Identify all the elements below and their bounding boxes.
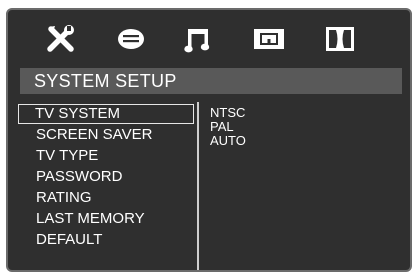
menu-item-screen-saver[interactable]: SCREEN SAVER <box>18 125 194 145</box>
option-auto[interactable]: AUTO <box>210 134 390 148</box>
menu-item-password[interactable]: PASSWORD <box>18 167 194 187</box>
menu-item-tv-type[interactable]: TV TYPE <box>18 146 194 166</box>
page-title: SYSTEM SETUP <box>20 68 402 94</box>
option-pal[interactable]: PAL <box>210 120 390 134</box>
option-ntsc[interactable]: NTSC <box>210 106 390 120</box>
tab-bar <box>8 10 410 66</box>
setup-menu: TV SYSTEM SCREEN SAVER TV TYPE PASSWORD … <box>18 104 196 264</box>
menu-item-rating[interactable]: RATING <box>18 188 194 208</box>
menu-item-last-memory[interactable]: LAST MEMORY <box>18 209 194 229</box>
tab-speaker[interactable] <box>320 22 360 56</box>
menu-item-tv-system[interactable]: TV SYSTEM <box>18 104 194 124</box>
dolby-icon <box>326 27 354 51</box>
speech-bubble-icon <box>118 29 144 49</box>
tab-video[interactable] <box>249 22 289 56</box>
tools-icon <box>47 25 74 52</box>
tab-audio[interactable] <box>178 22 218 56</box>
setup-screen: SYSTEM SETUP TV SYSTEM SCREEN SAVER TV T… <box>6 8 412 272</box>
column-divider <box>197 102 199 270</box>
tab-system-setup[interactable] <box>42 22 82 56</box>
option-list: NTSC PAL AUTO <box>210 106 390 148</box>
menu-item-default[interactable]: DEFAULT <box>18 230 194 250</box>
tab-language[interactable] <box>111 22 151 56</box>
music-note-icon <box>184 29 210 53</box>
video-icon <box>254 29 284 49</box>
